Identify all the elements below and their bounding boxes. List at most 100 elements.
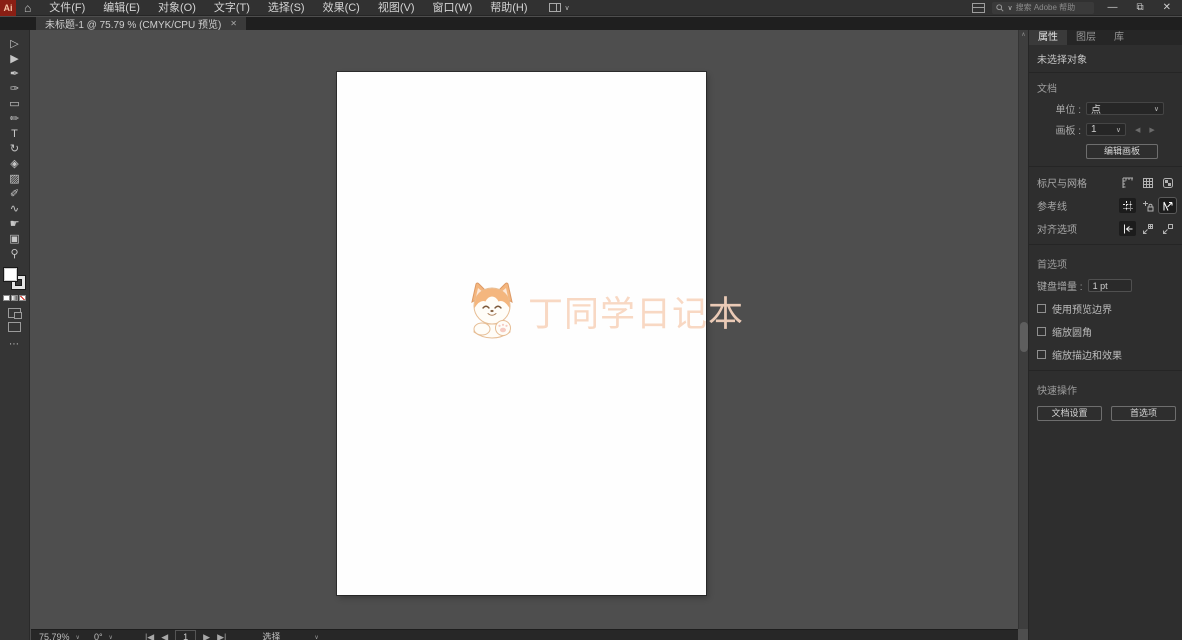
menu-object[interactable]: 对象(O) xyxy=(149,0,205,16)
divider xyxy=(1029,370,1182,371)
unit-row: 单位 : 点 ∨ xyxy=(1029,98,1182,119)
snap-to-glyph-icon[interactable] xyxy=(1159,198,1176,213)
draw-mode-icon[interactable] xyxy=(8,308,21,318)
guides-label: 参考线 xyxy=(1037,198,1116,213)
menu-edit[interactable]: 编辑(E) xyxy=(94,0,149,16)
keyboard-increment-label: 键盘增量 : xyxy=(1037,278,1083,293)
menu-file[interactable]: 文件(F) xyxy=(40,0,94,16)
document-tab-strip: 未标题-1 @ 75.79 % (CMYK/CPU 预览) ✕ xyxy=(0,17,1182,30)
grid-icon[interactable] xyxy=(1139,175,1156,190)
hand-tool[interactable]: ☛ xyxy=(4,217,26,232)
width-tool[interactable]: ∿ xyxy=(4,202,26,217)
tab-properties[interactable]: 属性 xyxy=(1029,30,1067,45)
search-icon xyxy=(996,4,1004,12)
previous-artboard-icon[interactable]: ◀ xyxy=(1135,126,1140,134)
arrange-documents-icon[interactable] xyxy=(972,3,985,13)
illustrator-logo: Ai xyxy=(0,0,16,16)
minimize-button[interactable]: — xyxy=(1101,1,1123,15)
direct-selection-tool[interactable]: ▶ xyxy=(4,52,26,67)
menubar-right: ∨ — ⧉ ✕ xyxy=(972,1,1182,15)
paintbrush-tool[interactable]: ✏ xyxy=(4,112,26,127)
home-icon[interactable]: ⌂ xyxy=(24,1,31,15)
checkbox-icon[interactable] xyxy=(1037,327,1046,336)
artboard-label: 画板 : xyxy=(1037,122,1081,137)
close-tab-icon[interactable]: ✕ xyxy=(230,19,237,28)
fill-stroke-control[interactable] xyxy=(4,268,25,289)
color-swatch-icon[interactable] xyxy=(3,295,10,301)
snap-to-point-icon[interactable] xyxy=(1119,221,1136,236)
next-artboard-button[interactable]: ▶ xyxy=(203,630,210,640)
artboard-navigation: |◀ ◀ 1 ▶ ▶| xyxy=(145,630,226,640)
lock-guides-icon[interactable] xyxy=(1139,198,1156,213)
main-menus: 文件(F)编辑(E)对象(O)文字(T)选择(S)效果(C)视图(V)窗口(W)… xyxy=(40,0,536,16)
shiba-dog-illustration xyxy=(462,280,522,342)
canvas-area[interactable]: 丁同学日记本 ∧ 75.79% ∨ 0° ∨ |◀ ◀ 1 ▶ ▶| 选择 ∨ xyxy=(31,30,1028,640)
help-search[interactable]: ∨ xyxy=(992,2,1094,14)
menu-view[interactable]: 视图(V) xyxy=(369,0,424,16)
menu-window[interactable]: 窗口(W) xyxy=(424,0,482,16)
zoom-level[interactable]: 75.79% xyxy=(39,630,70,640)
rotation-value[interactable]: 0° xyxy=(94,630,103,640)
edit-toolbar-ellipsis[interactable]: ⋯ xyxy=(9,339,20,350)
snap-to-pixel-icon[interactable] xyxy=(1159,221,1176,236)
menu-help[interactable]: 帮助(H) xyxy=(481,0,536,16)
checkbox-icon[interactable] xyxy=(1037,304,1046,313)
menu-effect[interactable]: 效果(C) xyxy=(314,0,369,16)
chevron-down-icon[interactable]: ∨ xyxy=(109,630,113,640)
previous-artboard-button[interactable]: ◀ xyxy=(161,630,168,640)
rulers-icon[interactable] xyxy=(1119,175,1136,190)
tab-layers[interactable]: 图层 xyxy=(1067,30,1105,45)
preference-checkbox-row[interactable]: 缩放圆角 xyxy=(1029,320,1182,343)
none-swatch-icon[interactable] xyxy=(19,295,26,301)
search-input[interactable] xyxy=(1016,3,1086,12)
vertical-scrollbar[interactable]: ∧ xyxy=(1018,30,1028,629)
eyedropper-tool[interactable]: ✐ xyxy=(4,187,26,202)
selection-tool[interactable]: ▷ xyxy=(4,37,26,52)
first-artboard-button[interactable]: |◀ xyxy=(145,630,154,640)
last-artboard-button[interactable]: ▶| xyxy=(217,630,226,640)
snap-options-row: 对齐选项 xyxy=(1029,217,1182,240)
checkbox-icon[interactable] xyxy=(1037,350,1046,359)
chevron-down-icon[interactable]: ∨ xyxy=(314,630,318,640)
vertical-scrollbar-thumb[interactable] xyxy=(1020,322,1028,352)
workspace-switcher[interactable]: ∨ xyxy=(549,3,570,12)
artboard-tool[interactable]: ▣ xyxy=(4,232,26,247)
rotate-tool[interactable]: ↻ xyxy=(4,142,26,157)
curvature-tool[interactable]: ✑ xyxy=(4,82,26,97)
type-tool[interactable]: T xyxy=(4,127,26,142)
preference-checkbox-row[interactable]: 缩放描边和效果 xyxy=(1029,343,1182,366)
rulers-grids-label: 标尺与网格 xyxy=(1037,175,1116,190)
gradient-swatch-icon[interactable] xyxy=(11,295,18,301)
document-tab-title: 未标题-1 @ 75.79 % (CMYK/CPU 预览) xyxy=(45,16,221,31)
fill-swatch[interactable] xyxy=(4,268,17,281)
scroll-up-icon[interactable]: ∧ xyxy=(1019,31,1028,39)
quick-actions: 文档设置首选项 xyxy=(1029,400,1182,421)
zoom-tool[interactable]: ⚲ xyxy=(4,247,26,262)
preference-checkbox-row[interactable]: 使用预览边界 xyxy=(1029,297,1182,320)
gradient-tool[interactable]: ▨ xyxy=(4,172,26,187)
preferences-button[interactable]: 首选项 xyxy=(1111,406,1176,421)
chevron-down-icon[interactable]: ∨ xyxy=(76,630,80,640)
document-setup-button[interactable]: 文档设置 xyxy=(1037,406,1102,421)
document-section-title: 文档 xyxy=(1029,73,1182,98)
keyboard-increment-input[interactable] xyxy=(1088,279,1132,292)
close-button[interactable]: ✕ xyxy=(1157,1,1177,15)
snap-options-label: 对齐选项 xyxy=(1037,221,1116,236)
menu-select[interactable]: 选择(S) xyxy=(259,0,314,16)
unit-select[interactable]: 点 ∨ xyxy=(1086,102,1164,115)
restore-button[interactable]: ⧉ xyxy=(1130,1,1149,15)
transparency-grid-icon[interactable] xyxy=(1159,175,1176,190)
show-guides-icon[interactable] xyxy=(1119,198,1136,213)
tab-libraries[interactable]: 库 xyxy=(1105,30,1133,45)
rectangle-tool[interactable]: ▭ xyxy=(4,97,26,112)
screen-mode-icon[interactable] xyxy=(8,322,21,332)
eraser-tool[interactable]: ◈ xyxy=(4,157,26,172)
document-tab[interactable]: 未标题-1 @ 75.79 % (CMYK/CPU 预览) ✕ xyxy=(36,17,246,30)
pen-tool[interactable]: ✒ xyxy=(4,67,26,82)
snap-to-grid-icon[interactable] xyxy=(1139,221,1156,236)
next-artboard-icon[interactable]: ▶ xyxy=(1149,126,1154,134)
edit-artboards-button[interactable]: 编辑画板 xyxy=(1086,144,1158,159)
artboard-select[interactable]: 1 ∨ xyxy=(1086,123,1126,136)
artboard-number-field[interactable]: 1 xyxy=(175,630,196,640)
menu-type[interactable]: 文字(T) xyxy=(205,0,259,16)
